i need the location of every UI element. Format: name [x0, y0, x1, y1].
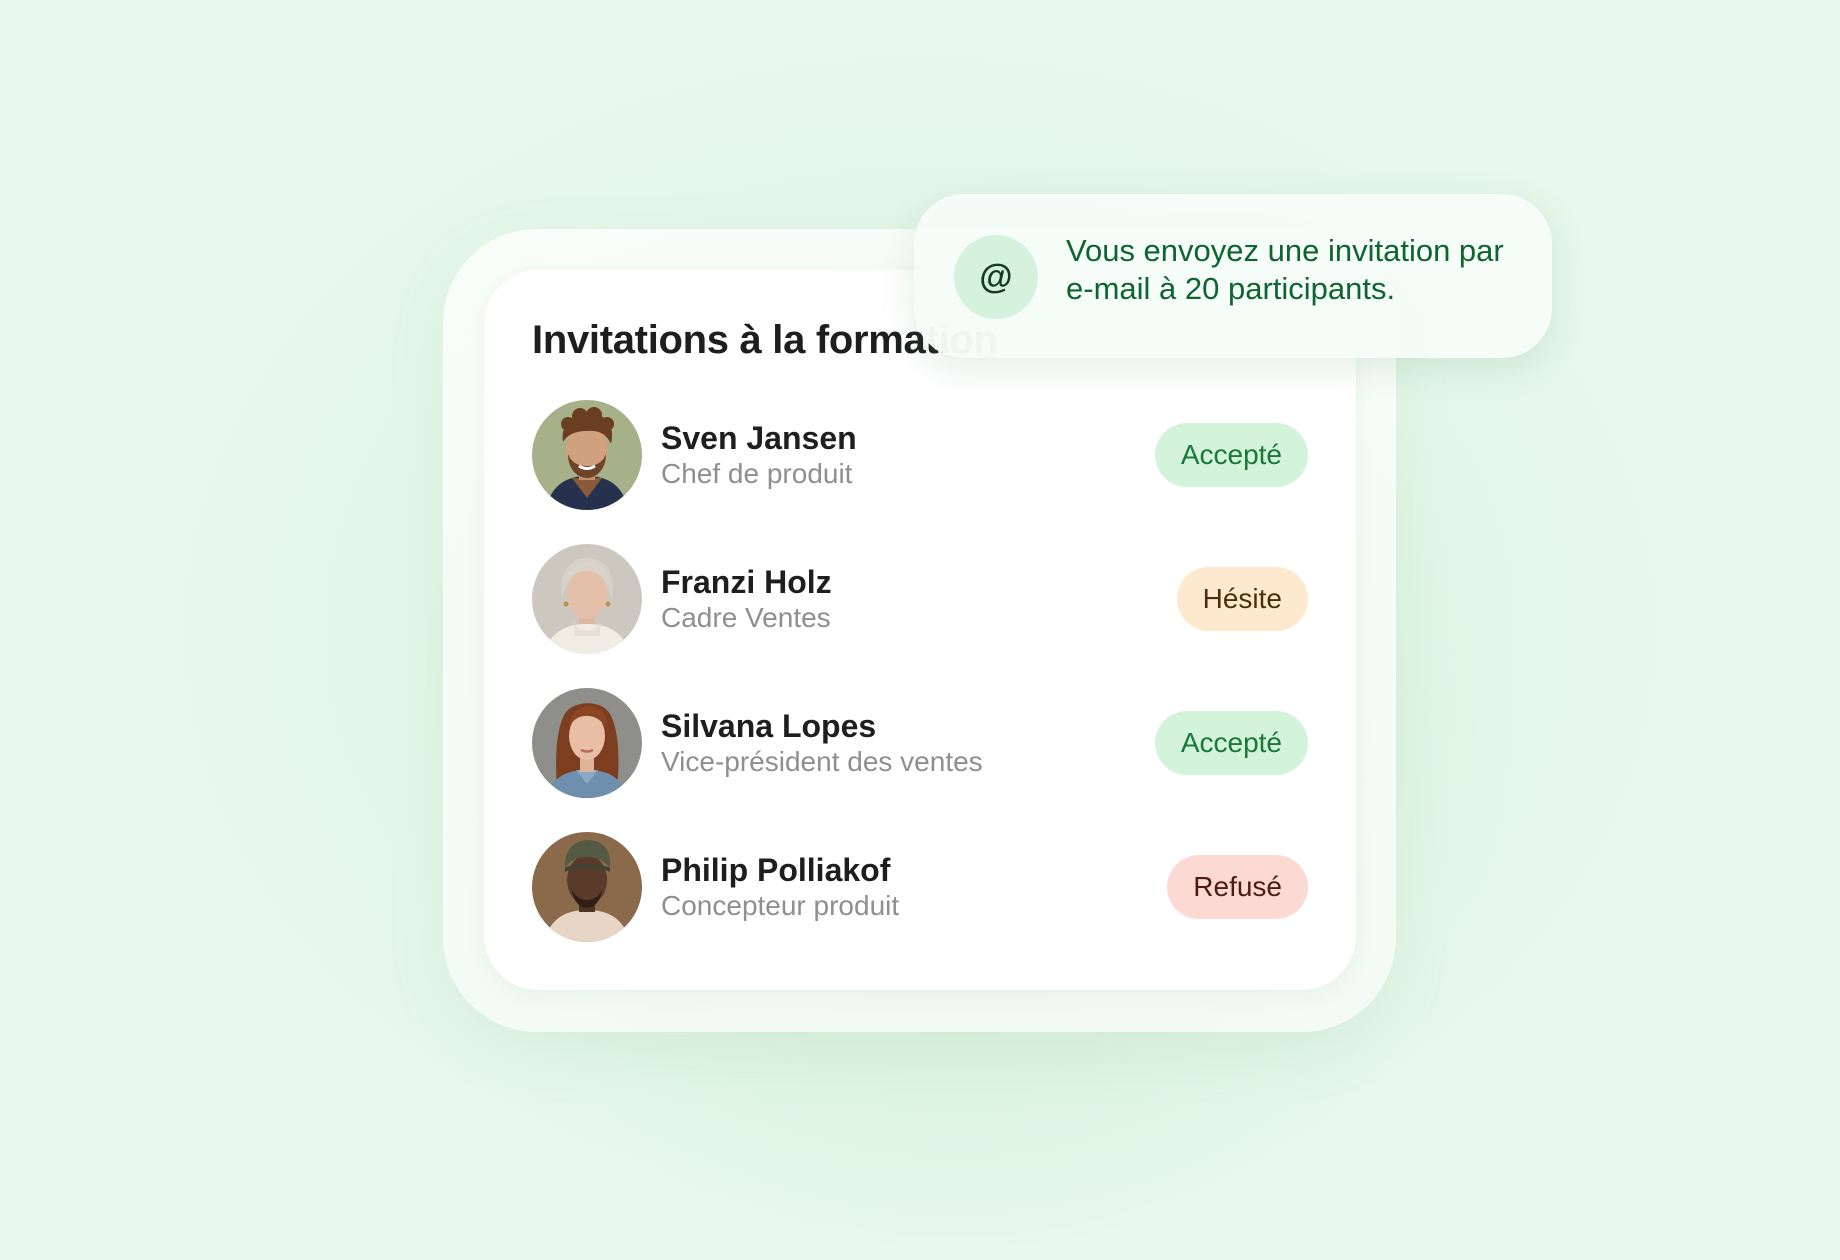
participant-role: Concepteur produit [661, 890, 900, 921]
participant-name: Sven Jansen [661, 420, 857, 456]
avatar-sven-jansen [532, 400, 642, 510]
participant-name: Franzi Holz [661, 564, 832, 600]
participant-role: Vice-président des ventes [661, 746, 983, 777]
status-badge: Accepté [1154, 711, 1308, 775]
participant-row-franzi-holz[interactable]: Franzi Holz Cadre Ventes Hésite [532, 544, 1308, 654]
invitations-card: Invitations à la formation Sven Jansen C… [484, 270, 1356, 990]
avatar-franzi-holz [532, 544, 642, 654]
status-badge: Accepté [1154, 423, 1308, 487]
participant-role: Chef de produit [661, 458, 853, 489]
participant-role: Cadre Ventes [661, 602, 831, 633]
avatar-silvana-lopes [532, 688, 642, 798]
participant-name: Philip Polliakof [661, 852, 891, 888]
participant-name: Silvana Lopes [661, 708, 877, 744]
participant-row-silvana-lopes[interactable]: Silvana Lopes Vice-président des ventes … [532, 688, 1308, 798]
notification-message: Vous envoyez une invitation par e-mail à… [1066, 233, 1504, 306]
at-sign-icon: @ [954, 235, 1038, 319]
email-notification: @ Vous envoyez une invitation par e-mail… [914, 194, 1552, 358]
status-badge: Hésite [1176, 567, 1308, 631]
participant-row-philip-polliakof[interactable]: Philip Polliakof Concepteur produit Refu… [532, 832, 1308, 942]
status-badge: Refusé [1167, 855, 1308, 919]
avatar-philip-polliakof [532, 832, 642, 942]
participant-row-sven-jansen[interactable]: Sven Jansen Chef de produit Accepté [532, 400, 1308, 510]
